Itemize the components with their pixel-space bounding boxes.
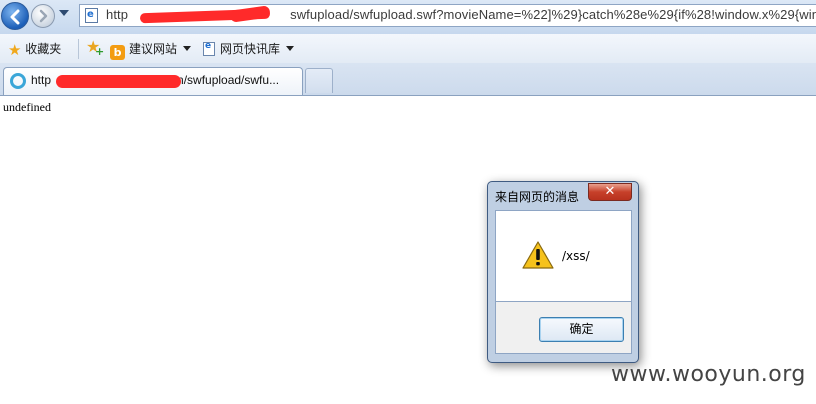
alert-dialog: 来自网页的消息 ✕ /xss/ 确定 [487,181,639,363]
tab-title-prefix: http [31,73,52,87]
page-body-text: undefined [3,100,51,114]
chevron-down-icon [183,46,192,51]
forward-arrow-icon [39,9,48,23]
bing-icon: b [110,45,125,60]
watermark: www.wooyun.org [611,362,806,387]
address-bar[interactable]: e http swfupload/swfupload.swf?movieName=… [79,4,816,27]
add-favorite-icon: ★ + [86,37,105,58]
chevron-down-icon [286,46,295,51]
redaction-mark [56,75,181,88]
suggested-sites-label: 建议网站 [129,42,178,56]
web-slice-gallery-label: 网页快讯库 [220,42,281,56]
warning-icon [522,241,554,269]
ie-page-icon [203,41,215,56]
tab-title-suffix: cn/swfupload/swfu... [171,73,280,87]
dialog-title: 来自网页的消息 [495,190,580,204]
ie-page-icon: e [85,8,98,23]
new-tab-button[interactable] [305,68,333,93]
favorites-button[interactable]: ★ 收藏夹 [8,40,62,59]
dialog-footer: 确定 [495,302,632,354]
url-visible-part: swfupload/swfupload.swf?movieName=%22]%2… [290,7,816,22]
star-icon: ★ [8,41,22,59]
dialog-message: /xss/ [562,249,590,263]
back-button[interactable] [1,2,29,30]
web-slice-gallery-button[interactable]: 网页快讯库 [203,40,295,58]
loading-icon [10,73,26,89]
close-icon: ✕ [604,184,616,199]
dialog-body: /xss/ [495,210,632,302]
favorites-label: 收藏夹 [25,42,62,56]
ok-button[interactable]: 确定 [539,317,624,342]
recent-pages-dropdown-icon[interactable] [59,10,69,16]
forward-button[interactable] [31,4,55,28]
back-arrow-icon [10,9,20,25]
add-to-favorites-button[interactable]: ★ + [86,37,105,58]
suggested-sites-button[interactable]: b 建议网站 [110,40,192,60]
navigation-bar: e http swfupload/swfupload.swf?movieName=… [0,0,816,34]
url-prefix: http [106,7,129,22]
page-content: undefined [0,96,816,404]
favorites-bar: ★ 收藏夹 ★+ b 建议网站 网页快讯库 [0,34,816,64]
tab-strip: http cn/swfupload/swfu... [0,63,816,96]
divider [78,39,79,59]
tab-current[interactable]: http cn/swfupload/swfu... [3,67,303,95]
close-button[interactable]: ✕ [588,183,632,201]
